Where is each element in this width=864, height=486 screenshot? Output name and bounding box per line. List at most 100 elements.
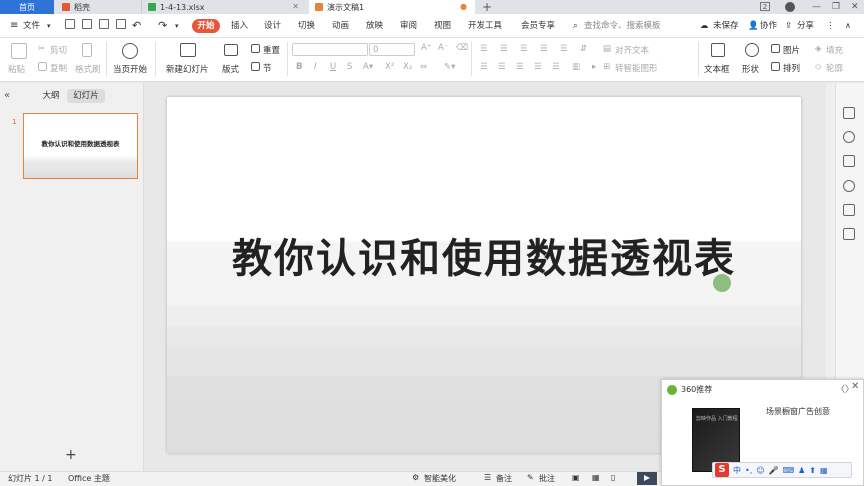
- clear-format-icon[interactable]: ⌫: [456, 43, 468, 53]
- unsaved-dot-icon[interactable]: ●: [460, 2, 467, 11]
- menu-file[interactable]: 文件: [23, 14, 40, 38]
- ime-toolbar[interactable]: S 中 •, ☺ 🎤 ⌨ ♟ ⬆ ▦: [712, 462, 852, 478]
- pin-icon[interactable]: [843, 204, 855, 216]
- columns-icon[interactable]: ▥: [572, 62, 580, 72]
- menu-insert[interactable]: 插入: [231, 14, 248, 38]
- align-right-icon[interactable]: ☰: [516, 62, 524, 72]
- subscript-icon[interactable]: X₂: [403, 62, 412, 72]
- cut-button[interactable]: 剪切: [50, 44, 67, 56]
- notes-button[interactable]: 备注: [496, 473, 512, 484]
- menu-developer[interactable]: 开发工具: [468, 14, 502, 38]
- text-direction-icon[interactable]: ⇵: [580, 44, 587, 54]
- tab-home[interactable]: 首页: [0, 0, 54, 14]
- emoji-icon[interactable]: ☺: [756, 466, 764, 475]
- tab-outline[interactable]: 大纲: [36, 89, 66, 103]
- popup-ad-text[interactable]: 场景橱窗广告创意: [766, 406, 830, 417]
- highlight-icon[interactable]: ✎▾: [444, 62, 455, 72]
- menu-transition[interactable]: 切换: [298, 14, 315, 38]
- window-badge[interactable]: 2: [760, 2, 770, 11]
- menu-start[interactable]: 开始: [192, 19, 220, 33]
- increase-indent-icon[interactable]: ☰: [540, 44, 548, 54]
- outline-button[interactable]: 轮廓: [826, 62, 843, 74]
- reset-button[interactable]: 重置: [263, 44, 280, 56]
- print-preview-icon[interactable]: [116, 19, 126, 29]
- normal-view-icon[interactable]: ▣: [572, 473, 580, 482]
- numbered-list-icon[interactable]: ☰: [500, 44, 508, 54]
- tab-presentation[interactable]: 演示文稿1 ●: [309, 0, 475, 14]
- punct-icon[interactable]: •,: [745, 466, 752, 475]
- avatar[interactable]: [785, 2, 795, 12]
- copy-button[interactable]: 复制: [50, 62, 67, 74]
- collapse-ribbon-icon[interactable]: ∧: [845, 14, 851, 38]
- tab-daoke[interactable]: 稻壳: [56, 0, 140, 14]
- hamburger-icon[interactable]: ≡: [10, 14, 18, 38]
- line-spacing-icon[interactable]: ☰: [560, 44, 568, 54]
- collab-button[interactable]: 协作: [760, 14, 777, 38]
- play-current-button[interactable]: 当页开始: [113, 63, 147, 75]
- justify-icon[interactable]: ☰: [534, 62, 542, 72]
- paste-button[interactable]: 粘贴: [8, 63, 25, 75]
- shadow-icon[interactable]: S: [347, 62, 352, 72]
- menu-member[interactable]: 会员专享: [521, 14, 555, 38]
- more-icon[interactable]: ⋮: [826, 14, 835, 38]
- toolbox-icon[interactable]: ▦: [820, 466, 828, 475]
- distribute-icon[interactable]: ☰: [552, 62, 560, 72]
- smart-beautify-button[interactable]: 智能美化: [424, 473, 456, 484]
- shape-button[interactable]: 形状: [742, 63, 759, 75]
- menu-review[interactable]: 审阅: [400, 14, 417, 38]
- close-window-icon[interactable]: ✕: [851, 0, 859, 14]
- smart-shape-button[interactable]: 转智能图形: [615, 62, 658, 74]
- new-slide-button[interactable]: 新建幻灯片: [166, 63, 209, 75]
- bullet-list-icon[interactable]: ☰: [480, 44, 488, 54]
- arrow-icon[interactable]: ▸: [592, 62, 596, 72]
- picture-button[interactable]: 图片: [783, 44, 800, 56]
- backup-icon[interactable]: [843, 228, 855, 240]
- property-icon[interactable]: [843, 107, 855, 119]
- search-icon[interactable]: ⌕: [573, 14, 578, 38]
- section-button[interactable]: 节: [263, 62, 272, 74]
- layout-button[interactable]: 版式: [222, 63, 239, 75]
- slideshow-play-button[interactable]: [637, 472, 657, 485]
- user-icon[interactable]: ♟: [798, 466, 805, 475]
- font-color-icon[interactable]: A▾: [363, 62, 373, 72]
- shrink-font-icon[interactable]: A⁻: [438, 43, 448, 53]
- arrange-button[interactable]: 排列: [783, 62, 800, 74]
- menu-animation[interactable]: 动画: [332, 14, 349, 38]
- decrease-indent-icon[interactable]: ☰: [520, 44, 528, 54]
- export-pdf-icon[interactable]: [82, 19, 92, 29]
- reading-view-icon[interactable]: ▯: [611, 473, 615, 482]
- print-icon[interactable]: [99, 19, 109, 29]
- add-slide-button[interactable]: +: [65, 447, 77, 463]
- slide-title[interactable]: 教你认识和使用数据透视表: [167, 226, 801, 284]
- format-painter-button[interactable]: 格式刷: [75, 63, 101, 75]
- textbox-button[interactable]: 文本框: [704, 63, 730, 75]
- unsaved-status[interactable]: 未保存: [713, 14, 739, 38]
- command-search[interactable]: 查找命令、搜索模板: [584, 14, 661, 38]
- superscript-icon[interactable]: X²: [385, 62, 394, 72]
- font-family-select[interactable]: [292, 43, 368, 56]
- bold-icon[interactable]: B: [296, 62, 302, 72]
- italic-icon[interactable]: I: [314, 62, 317, 72]
- align-text-button[interactable]: 对齐文本: [615, 44, 649, 56]
- skin-icon[interactable]: ⬆: [809, 466, 816, 475]
- tab-close-icon[interactable]: ✕: [292, 2, 299, 11]
- keyboard-icon[interactable]: ⌨: [783, 466, 795, 475]
- maximize-icon[interactable]: ❐: [832, 0, 840, 14]
- customize-chevron-icon[interactable]: ▾: [175, 14, 179, 38]
- sorter-view-icon[interactable]: ▦: [592, 473, 600, 482]
- redo-icon[interactable]: ↷: [158, 14, 167, 38]
- theme-name[interactable]: Office 主题: [68, 473, 110, 484]
- mic-icon[interactable]: 🎤: [769, 466, 779, 475]
- paste-icon[interactable]: [11, 43, 27, 59]
- tab-spreadsheet[interactable]: 1-4-13.xlsx ✕: [141, 0, 307, 14]
- underline-icon[interactable]: U: [330, 62, 336, 72]
- new-tab-button[interactable]: +: [482, 0, 492, 14]
- collapse-panel-icon[interactable]: «: [4, 90, 10, 101]
- font-size-select[interactable]: 0: [369, 43, 415, 56]
- tab-slides[interactable]: 幻灯片: [67, 89, 105, 103]
- minimize-icon[interactable]: —: [812, 0, 821, 14]
- animation-pane-icon[interactable]: [843, 131, 855, 143]
- char-spacing-icon[interactable]: ⇔: [420, 62, 427, 72]
- popup-close-icon[interactable]: ✕: [851, 381, 859, 392]
- menu-design[interactable]: 设计: [264, 14, 281, 38]
